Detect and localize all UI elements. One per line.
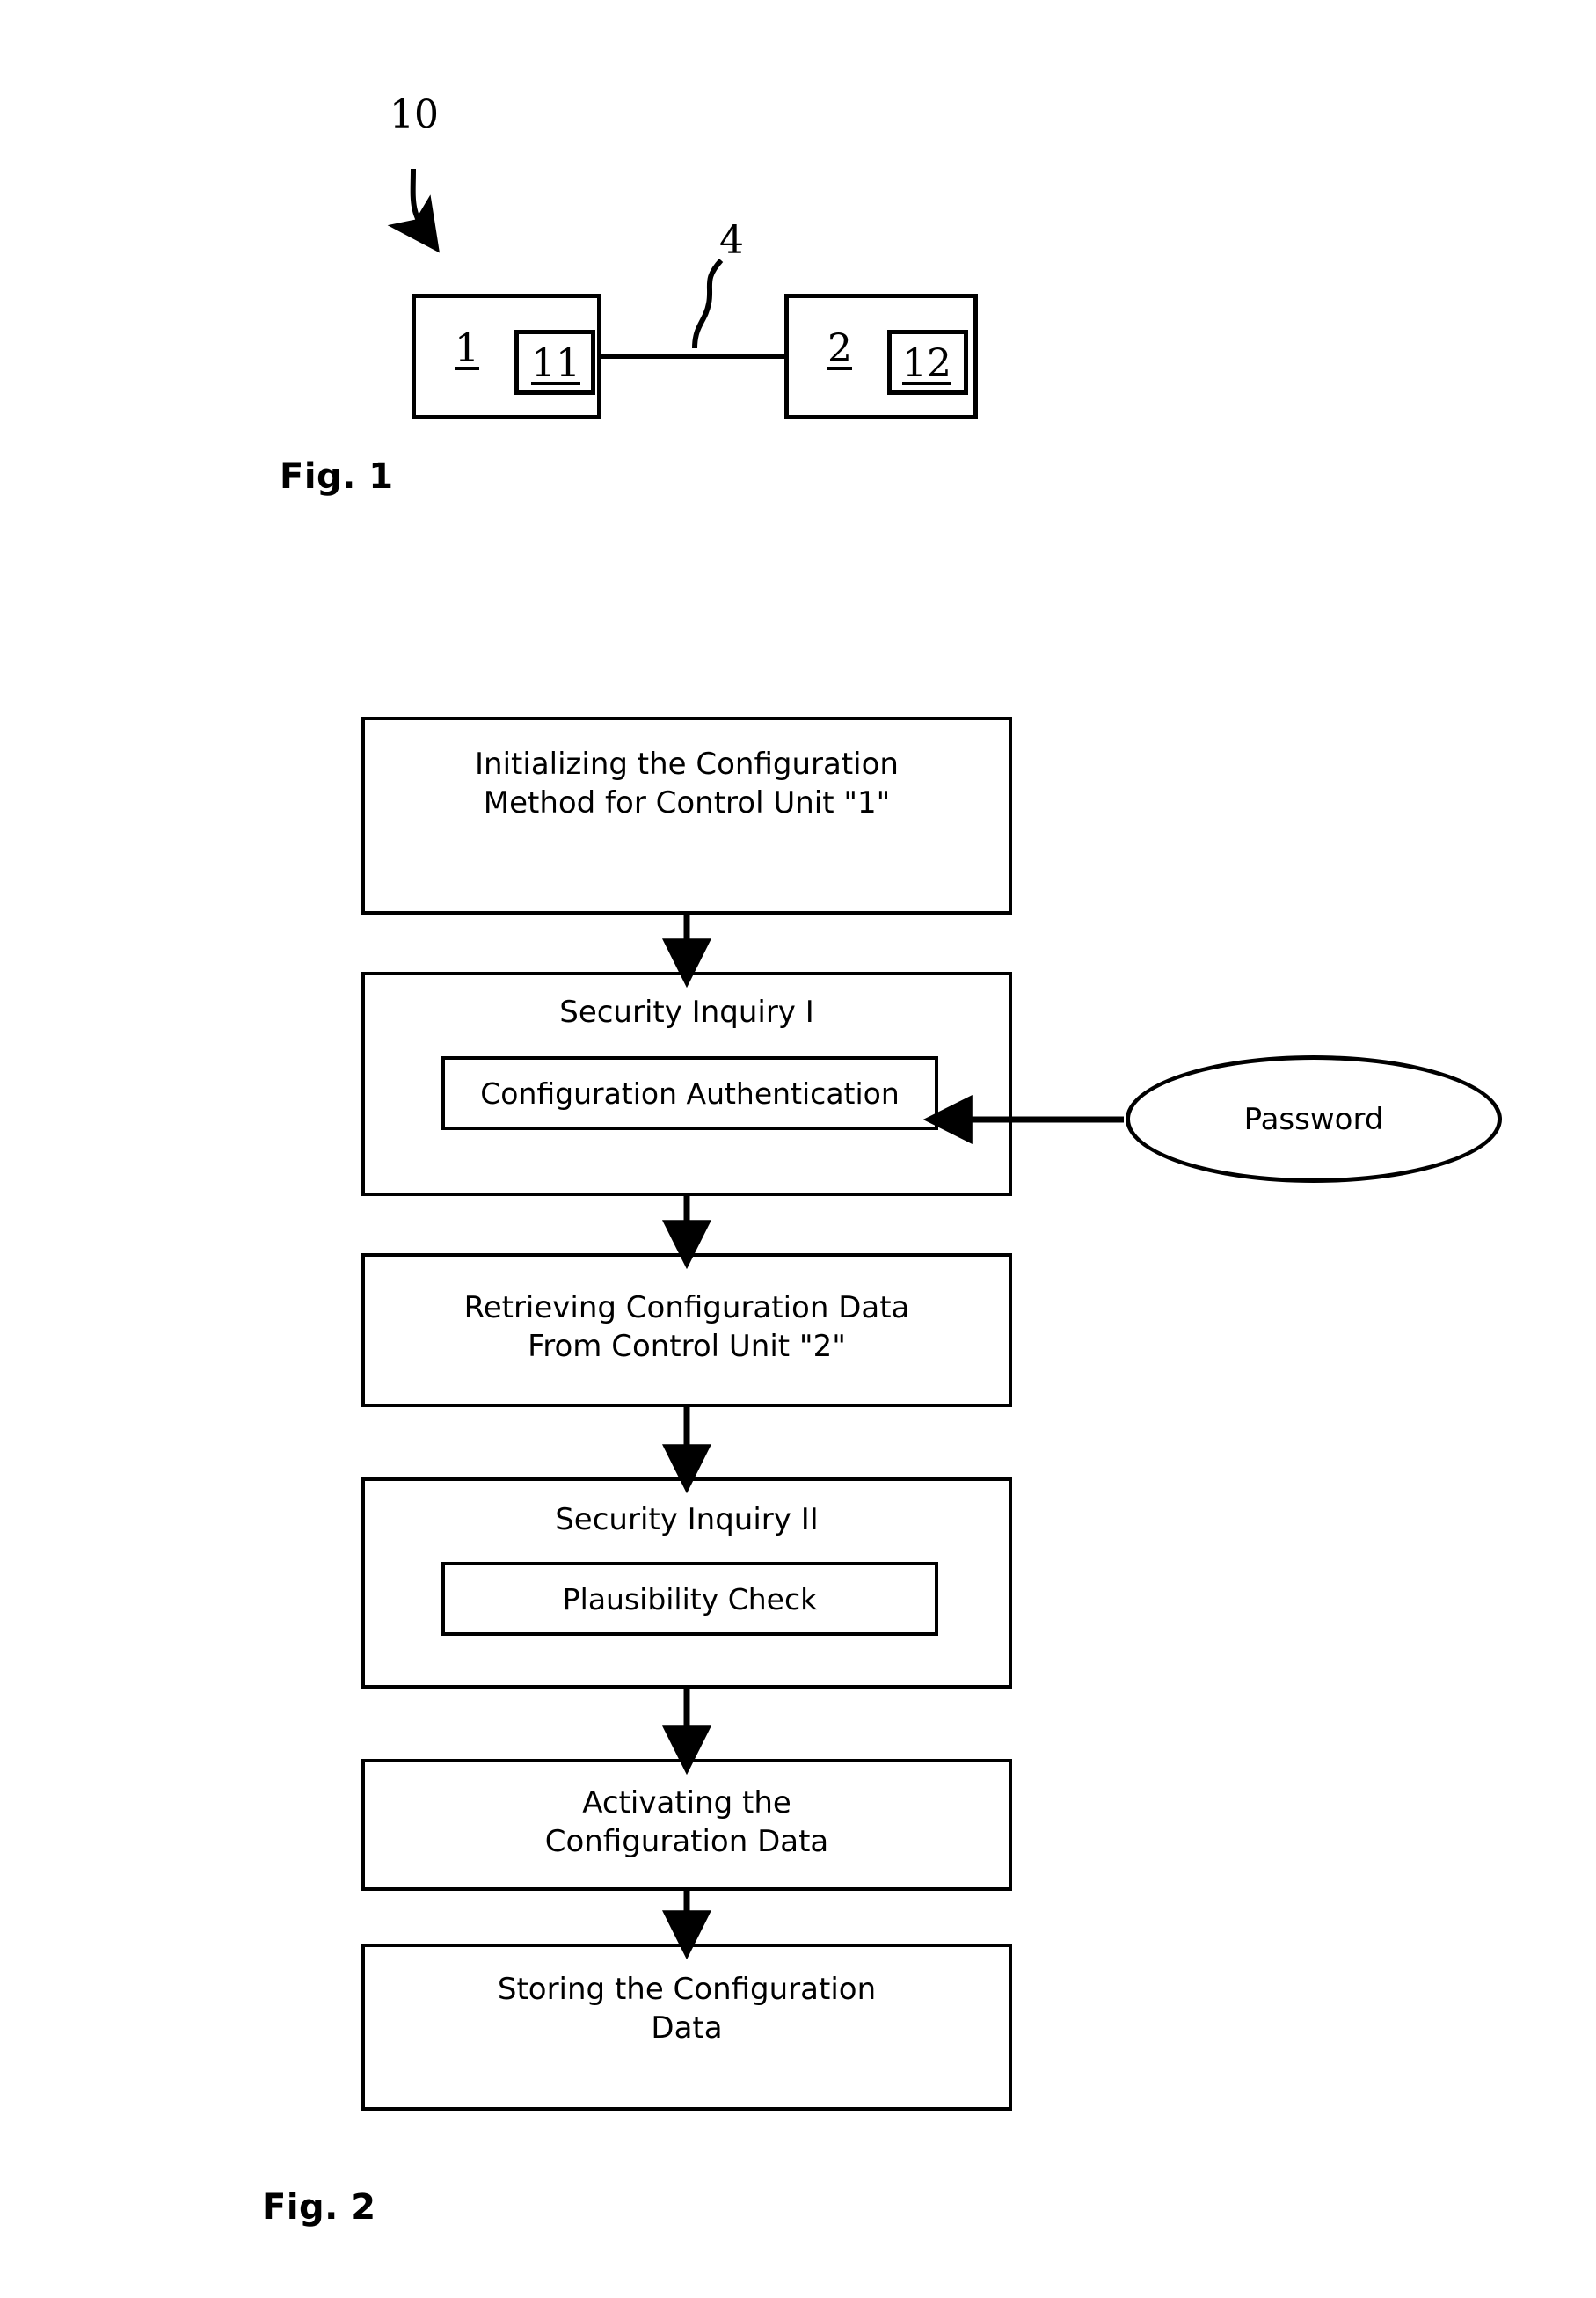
input-node-password-label: Password bbox=[1243, 1101, 1384, 1137]
flow-step-activating-label: Activating the Configuration Data bbox=[544, 1785, 829, 1859]
flow-step-security-inquiry-2-label: Security Inquiry II bbox=[555, 1502, 819, 1537]
sub-step-configuration-authentication-label: Configuration Authentication bbox=[480, 1076, 900, 1111]
flow-step-retrieving-label: Retrieving Configuration Data From Contr… bbox=[463, 1290, 910, 1364]
flow-step-security-inquiry-2[interactable]: Security Inquiry II Plausibility Check bbox=[361, 1477, 1012, 1689]
flow-step-security-inquiry-1-label: Security Inquiry I bbox=[559, 995, 814, 1030]
sub-step-configuration-authentication[interactable]: Configuration Authentication bbox=[441, 1056, 938, 1130]
flow-step-activating[interactable]: Activating the Configuration Data bbox=[361, 1759, 1012, 1891]
sub-step-plausibility-check[interactable]: Plausibility Check bbox=[441, 1562, 938, 1636]
figure-2: Initializing the Configuration Method fo… bbox=[0, 0, 1596, 2298]
flow-step-storing-label: Storing the Configuration Data bbox=[497, 1972, 877, 2046]
flow-step-security-inquiry-1[interactable]: Security Inquiry I Configuration Authent… bbox=[361, 972, 1012, 1196]
flow-step-retrieving[interactable]: Retrieving Configuration Data From Contr… bbox=[361, 1253, 1012, 1407]
input-node-password[interactable]: Password bbox=[1126, 1055, 1502, 1183]
flow-step-initializing[interactable]: Initializing the Configuration Method fo… bbox=[361, 717, 1012, 915]
figure-2-caption: Fig. 2 bbox=[262, 2187, 376, 2228]
flow-step-initializing-label: Initializing the Configuration Method fo… bbox=[475, 747, 899, 821]
flow-step-storing[interactable]: Storing the Configuration Data bbox=[361, 1944, 1012, 2111]
sub-step-plausibility-check-label: Plausibility Check bbox=[562, 1581, 818, 1616]
